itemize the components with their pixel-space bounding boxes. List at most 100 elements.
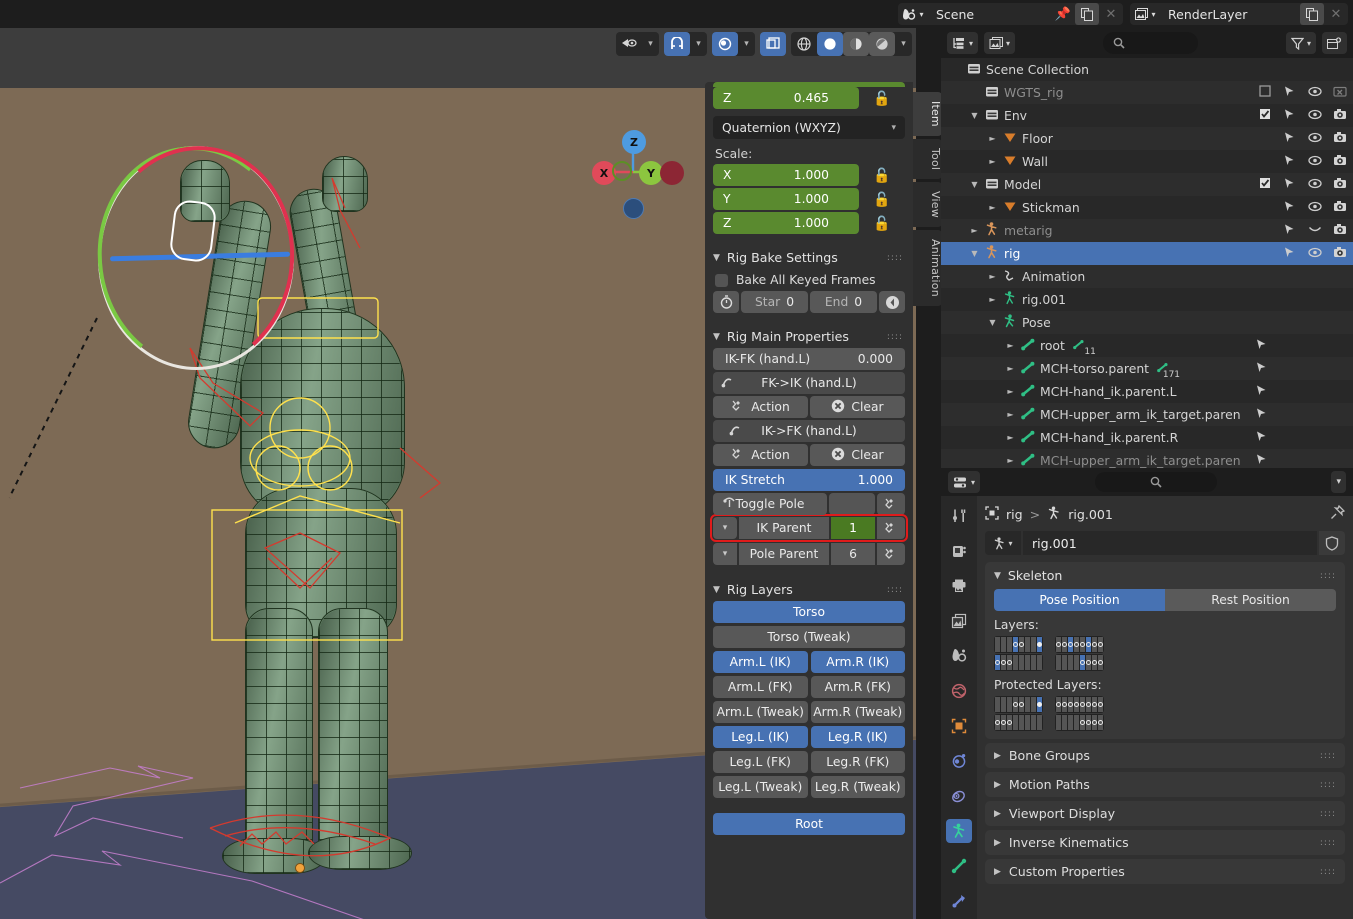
panel-grip[interactable]: :::: xyxy=(887,253,903,262)
armature-name-value[interactable]: rig.001 xyxy=(1023,531,1317,555)
layer-arm-l-fk[interactable]: Arm.L (FK) xyxy=(713,676,808,698)
outliner-col-toggle[interactable] xyxy=(1332,200,1347,215)
layer-cell[interactable] xyxy=(1074,637,1079,652)
outliner-col-toggle[interactable] xyxy=(1307,109,1322,123)
pole-parent-label[interactable]: Pole Parent xyxy=(739,543,829,565)
panel-grip[interactable]: :::: xyxy=(1320,780,1336,789)
outliner-row[interactable]: ▼ Env xyxy=(941,104,1353,127)
outliner-col-toggle[interactable] xyxy=(1254,338,1269,354)
chevron-down-icon[interactable]: ▾ xyxy=(642,32,659,56)
layer-arm-r-ik[interactable]: Arm.R (IK) xyxy=(810,651,905,673)
toggle-pole-button[interactable]: Toggle Pole xyxy=(713,493,827,515)
ik-parent-expand-icon[interactable]: ▾ xyxy=(713,517,737,539)
expand-toggle-icon[interactable]: ► xyxy=(985,272,1000,281)
lock-open-icon[interactable]: 🔓 xyxy=(873,168,890,184)
layer-cell[interactable] xyxy=(1007,655,1012,670)
expand-toggle-icon[interactable]: ▼ xyxy=(967,249,982,258)
layer-cell[interactable] xyxy=(1086,697,1091,712)
layer-cell[interactable] xyxy=(1092,715,1097,730)
layer-cell[interactable] xyxy=(995,715,1000,730)
pole-parent-value[interactable]: 6 xyxy=(831,543,875,565)
layer-cell[interactable] xyxy=(1025,697,1030,712)
expand-toggle-icon[interactable]: ▼ xyxy=(967,180,982,189)
tab-scene-icon[interactable] xyxy=(946,644,972,668)
tab-output-icon[interactable] xyxy=(946,574,972,598)
expand-toggle-icon[interactable]: ▼ xyxy=(985,318,1000,327)
protected-block-b-top[interactable] xyxy=(1055,696,1104,713)
tab-animation[interactable]: Animation xyxy=(913,229,942,306)
gizmo-axis-neg-z[interactable] xyxy=(623,198,644,219)
layer-cell[interactable] xyxy=(1031,697,1036,712)
tab-object-icon[interactable] xyxy=(946,714,972,738)
gizmo-axis-z[interactable]: Z xyxy=(622,130,646,154)
layer-cell[interactable] xyxy=(1062,715,1067,730)
funnel-icon[interactable]: ▾ xyxy=(1286,32,1317,54)
breadcrumb-data-name[interactable]: rig.001 xyxy=(1068,507,1113,522)
ik-to-fk-clear-button[interactable]: Clear xyxy=(810,444,905,466)
tab-render-icon[interactable] xyxy=(946,539,972,563)
outliner-col-toggle[interactable] xyxy=(1282,108,1297,124)
ik-parent-value[interactable]: 1 xyxy=(831,517,875,539)
layer-cell[interactable] xyxy=(1019,697,1024,712)
outliner-row[interactable]: ► Wall xyxy=(941,150,1353,173)
tab-modifier-icon[interactable] xyxy=(946,749,972,773)
layer-cell[interactable] xyxy=(1019,655,1024,670)
layer-cell[interactable] xyxy=(1001,715,1006,730)
outliner-col-toggle[interactable] xyxy=(1307,247,1322,261)
properties-editor-icon[interactable]: ▾ xyxy=(948,471,981,493)
outliner-col-toggle[interactable] xyxy=(1282,246,1297,262)
tab-tool[interactable]: Tool xyxy=(913,138,942,180)
outliner-search-input[interactable] xyxy=(1102,32,1199,54)
bake-all-checkbox[interactable] xyxy=(715,273,728,287)
layer-cell[interactable] xyxy=(995,655,1000,670)
expand-toggle-icon[interactable]: ► xyxy=(1003,387,1018,396)
outliner-row[interactable]: ► Animation xyxy=(941,265,1353,288)
expand-toggle-icon[interactable]: ► xyxy=(985,295,1000,304)
layer-arm-r-fk[interactable]: Arm.R (FK) xyxy=(810,676,905,698)
layer-cell[interactable] xyxy=(1062,655,1067,670)
pole-parent-expand-icon[interactable]: ▾ xyxy=(713,543,737,565)
layer-cell[interactable] xyxy=(1062,637,1067,652)
object-visibility-icon[interactable] xyxy=(616,32,642,56)
panel-grip[interactable]: :::: xyxy=(1320,809,1336,818)
pole-toggle-checkbox[interactable] xyxy=(829,493,875,515)
layer-cell[interactable] xyxy=(1092,655,1097,670)
layer-arm-r-tweak[interactable]: Arm.R (Tweak) xyxy=(810,701,905,723)
layer-cell[interactable] xyxy=(1025,655,1030,670)
layer-cell[interactable] xyxy=(1037,697,1042,712)
layer-cell[interactable] xyxy=(1068,715,1073,730)
outliner-col-toggle[interactable] xyxy=(1282,85,1297,101)
copy-icon[interactable] xyxy=(1075,3,1099,25)
outliner-col-toggle[interactable] xyxy=(1254,384,1269,400)
expand-toggle-icon[interactable]: ► xyxy=(985,203,1000,212)
expand-toggle-icon[interactable]: ► xyxy=(1003,410,1018,419)
overlays-icon[interactable] xyxy=(760,32,786,56)
tab-tool-icon[interactable] xyxy=(946,504,972,528)
outliner-col-toggle[interactable] xyxy=(1332,154,1347,169)
layer-leg-r-tweak[interactable]: Leg.R (Tweak) xyxy=(810,776,905,798)
outliner-row[interactable]: ▼ Model xyxy=(941,173,1353,196)
layer-cell[interactable] xyxy=(1068,697,1073,712)
layer-leg-r-ik[interactable]: Leg.R (IK) xyxy=(810,726,905,748)
layer-cell[interactable] xyxy=(1031,715,1036,730)
wireframe-icon[interactable] xyxy=(791,32,817,56)
layer-cell[interactable] xyxy=(1031,637,1036,652)
scale-y-field[interactable]: Y 1.000 xyxy=(713,188,859,210)
layer-cell[interactable] xyxy=(1062,697,1067,712)
outliner-col-toggle[interactable] xyxy=(1307,201,1322,215)
layer-cell[interactable] xyxy=(1098,715,1103,730)
layer-cell[interactable] xyxy=(1074,715,1079,730)
expand-toggle-icon[interactable]: ▼ xyxy=(967,111,982,120)
outliner-row[interactable]: ► Floor xyxy=(941,127,1353,150)
panel-grip[interactable]: :::: xyxy=(1320,751,1336,760)
outliner-col-toggle[interactable] xyxy=(1282,131,1297,147)
pin-icon[interactable] xyxy=(1330,504,1346,523)
outliner-col-toggle[interactable] xyxy=(1332,108,1347,123)
layer-torso-tweak[interactable]: Torso (Tweak) xyxy=(713,626,905,648)
layer-cell[interactable] xyxy=(1001,655,1006,670)
layer-cell[interactable] xyxy=(1056,637,1061,652)
layer-root[interactable]: Root xyxy=(713,813,905,835)
layer-leg-l-tweak[interactable]: Leg.L (Tweak) xyxy=(713,776,808,798)
layer-cell[interactable] xyxy=(1013,715,1018,730)
outliner-row[interactable]: ► MCH-hand_ik.parent.R xyxy=(941,426,1353,449)
